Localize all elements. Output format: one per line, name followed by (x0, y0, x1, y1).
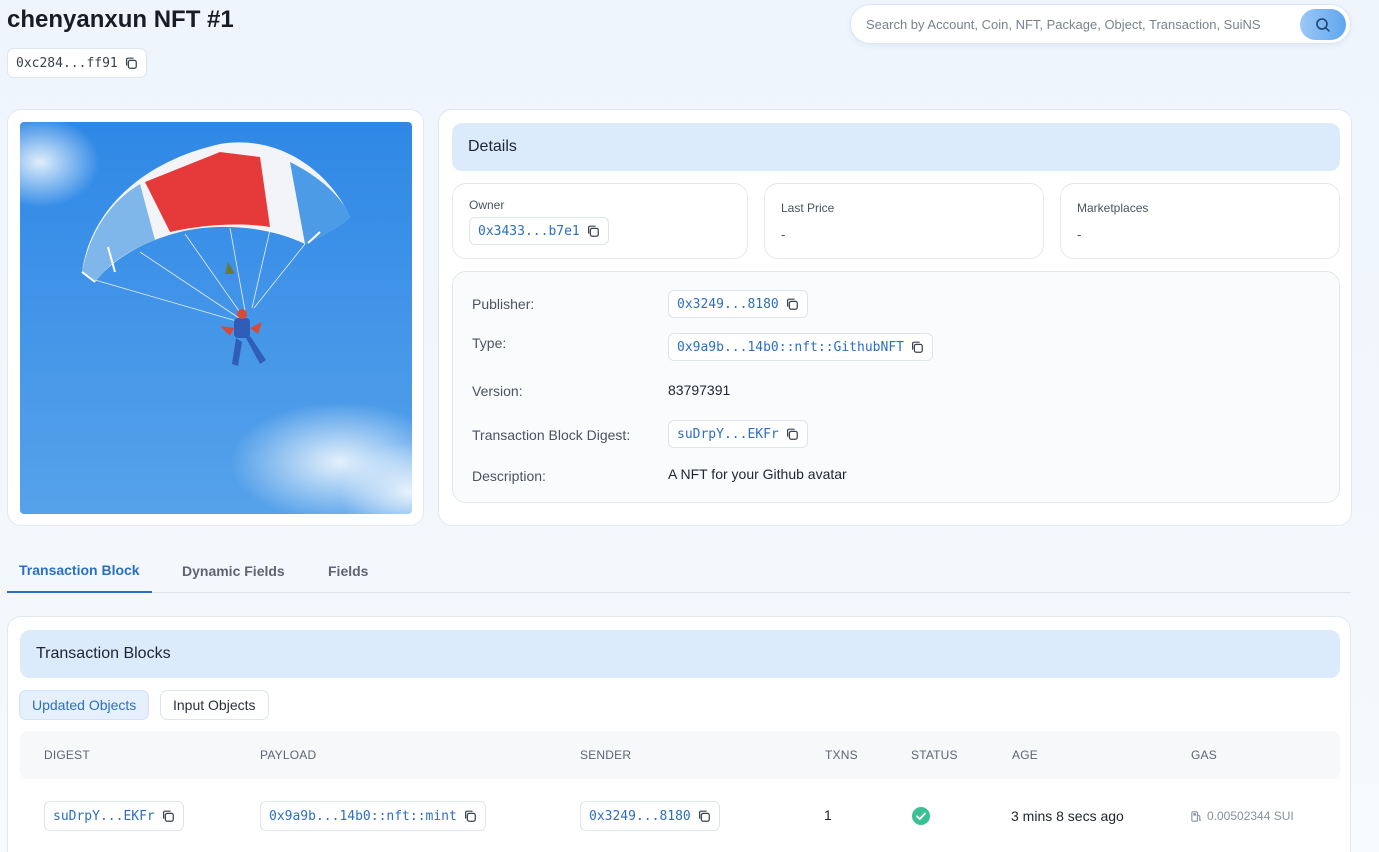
nft-image-card (7, 109, 424, 526)
row-payload[interactable]: 0x9a9b...14b0::nft::mint (269, 809, 457, 824)
transaction-blocks-header: Transaction Blocks (20, 630, 1340, 678)
col-txns: TXNS (825, 748, 858, 762)
copy-icon[interactable] (910, 340, 924, 354)
object-id-chip[interactable]: 0xc284...ff91 (7, 48, 147, 78)
marketplaces-value: - (1077, 227, 1082, 242)
owner-label: Owner (469, 198, 505, 212)
tab-bar: Transaction Block Dynamic Fields Fields (7, 549, 1351, 593)
version-value: 83797391 (668, 382, 731, 398)
input-objects-button[interactable]: Input Objects (160, 690, 269, 720)
tab-fields[interactable]: Fields (328, 549, 368, 593)
col-payload: PAYLOAD (260, 748, 317, 762)
search-bar[interactable] (850, 4, 1351, 44)
type-value[interactable]: 0x9a9b...14b0::nft::GithubNFT (677, 340, 904, 355)
type-chip[interactable]: 0x9a9b...14b0::nft::GithubNFT (668, 333, 933, 361)
publisher-chip[interactable]: 0x3249...8180 (668, 290, 808, 318)
digest-label: Transaction Block Digest: (472, 427, 631, 443)
col-digest: DIGEST (44, 748, 90, 762)
row-age: 3 mins 8 secs ago (1011, 808, 1124, 824)
search-button[interactable] (1300, 9, 1346, 40)
row-digest[interactable]: suDrpY...EKFr (53, 809, 155, 824)
last-price-label: Last Price (781, 201, 835, 215)
marketplaces-label: Marketplaces (1077, 201, 1149, 215)
tab-transaction-block[interactable]: Transaction Block (7, 549, 152, 593)
col-sender: SENDER (580, 748, 632, 762)
marketplaces-card: Marketplaces - (1060, 183, 1340, 259)
object-id[interactable]: 0xc284...ff91 (16, 56, 118, 71)
nft-image (20, 122, 412, 514)
copy-icon[interactable] (785, 427, 799, 441)
digest-chip[interactable]: suDrpY...EKFr (668, 420, 808, 448)
copy-icon[interactable] (463, 809, 477, 823)
table-header: DIGEST PAYLOAD SENDER TXNS STATUS AGE GA… (20, 731, 1340, 779)
row-gas: 0.00502344 SUI (1190, 809, 1294, 823)
transaction-blocks-card: Transaction Blocks Updated Objects Input… (7, 616, 1351, 852)
digest-value[interactable]: suDrpY...EKFr (677, 427, 779, 442)
copy-icon[interactable] (586, 224, 600, 238)
col-gas: GAS (1191, 748, 1217, 762)
search-icon (1316, 17, 1330, 32)
owner-address[interactable]: 0x3433...b7e1 (478, 224, 580, 239)
details-header: Details (452, 123, 1340, 171)
col-age: AGE (1012, 748, 1038, 762)
last-price-card: Last Price - (764, 183, 1044, 259)
search-input[interactable] (866, 16, 1296, 32)
publisher-address[interactable]: 0x3249...8180 (677, 297, 779, 312)
details-card: Details Owner 0x3433...b7e1 Last Price -… (438, 109, 1352, 526)
row-gas-value: 0.00502344 SUI (1207, 809, 1294, 823)
properties-panel: Publisher: 0x3249...8180 Type: 0x9a9b...… (452, 271, 1340, 503)
gas-pump-icon (1191, 810, 1202, 822)
row-payload-chip[interactable]: 0x9a9b...14b0::nft::mint (260, 801, 486, 831)
success-check-icon (912, 807, 930, 825)
col-status: STATUS (911, 748, 958, 762)
last-price-value: - (781, 227, 786, 242)
row-txns: 1 (824, 807, 832, 823)
copy-icon[interactable] (785, 297, 799, 311)
owner-card: Owner 0x3433...b7e1 (452, 183, 748, 259)
row-sender-chip[interactable]: 0x3249...8180 (580, 801, 720, 831)
type-label: Type: (472, 335, 507, 351)
description-value: A NFT for your Github avatar (668, 466, 847, 482)
row-digest-chip[interactable]: suDrpY...EKFr (44, 801, 184, 831)
publisher-label: Publisher: (472, 296, 535, 312)
page-title: chenyanxun NFT #1 (7, 6, 234, 33)
tab-dynamic-fields[interactable]: Dynamic Fields (182, 549, 285, 593)
version-label: Version: (472, 383, 523, 399)
copy-icon[interactable] (161, 809, 175, 823)
updated-objects-button[interactable]: Updated Objects (19, 690, 150, 720)
copy-icon[interactable] (124, 56, 138, 70)
owner-chip[interactable]: 0x3433...b7e1 (469, 217, 609, 245)
row-sender[interactable]: 0x3249...8180 (589, 809, 691, 824)
copy-icon[interactable] (697, 809, 711, 823)
description-label: Description: (472, 468, 546, 484)
